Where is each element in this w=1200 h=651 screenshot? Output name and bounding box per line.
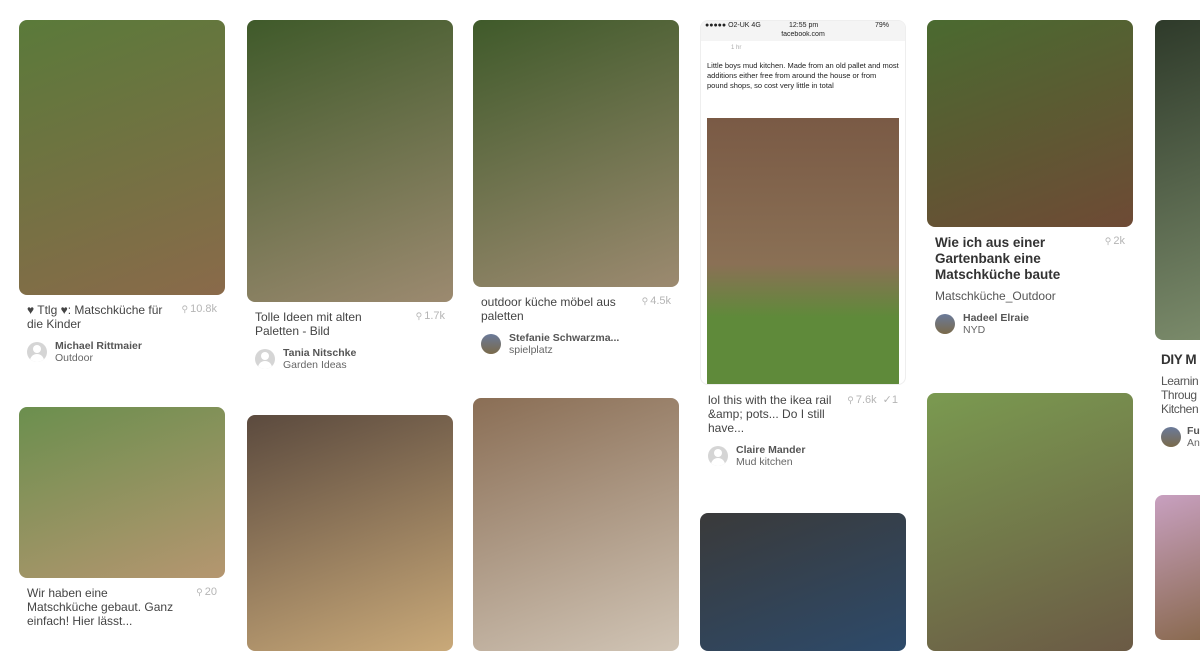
pin-image[interactable] <box>700 513 906 651</box>
pin-description: Matschküche_Outdoor <box>935 289 1056 303</box>
post-time: 1 hr <box>731 45 742 51</box>
pinner-name[interactable]: Claire Mander <box>736 444 805 456</box>
pin-card[interactable] <box>247 415 453 651</box>
pin-card[interactable] <box>473 398 679 651</box>
save-count-value: 2k <box>1113 235 1125 247</box>
pin-title[interactable]: ♥ Ttlg ♥: Matschküche für die Kinder <box>27 303 177 331</box>
carrier-text: ●●●●● O2-UK 4G <box>705 22 761 29</box>
pin-card[interactable]: Wir haben eine Matschküche gebaut. Ganz … <box>19 407 225 628</box>
pin-title[interactable]: outdoor küche möbel aus paletten <box>481 295 631 323</box>
pinner-name[interactable]: Tania Nitschke <box>283 347 356 359</box>
board-name[interactable]: NYD <box>963 324 1029 336</box>
pin-image[interactable] <box>473 398 679 651</box>
pin-icon: ⚲ <box>181 304 189 314</box>
save-count: ⚲ 20 <box>196 586 217 598</box>
pinner[interactable]: Tania Nitschke Garden Ideas <box>255 347 445 371</box>
save-count-value: 1.7k <box>424 310 445 322</box>
save-count: ⚲ 10.8k <box>181 303 217 315</box>
pin-title[interactable]: lol this with the ikea rail &amp; pots..… <box>708 393 858 435</box>
save-count-value: 4.5k <box>650 295 671 307</box>
pin-title[interactable]: Wir haben eine Matschküche gebaut. Ganz … <box>27 586 177 628</box>
save-count: ⚲ 2k <box>1105 235 1125 247</box>
pin-image[interactable] <box>927 20 1133 227</box>
pinner[interactable]: Fu An <box>1161 425 1200 449</box>
save-count-value: 10.8k <box>190 303 217 315</box>
pinner-name[interactable]: Stefanie Schwarzma... <box>509 332 619 344</box>
avatar[interactable] <box>255 349 275 369</box>
avatar[interactable] <box>935 314 955 334</box>
post-photo <box>707 118 899 384</box>
pinner[interactable]: Hadeel Elraie NYD <box>935 312 1125 336</box>
save-count: ⚲ 7.6k ✓1 <box>847 393 898 406</box>
pin-image[interactable] <box>19 20 225 295</box>
pin-icon: ⚲ <box>847 395 854 405</box>
pin-card[interactable]: DIY M Learnin Throug Kitchen Fu An <box>1155 20 1200 449</box>
pin-icon: ⚲ <box>415 311 423 321</box>
pin-card[interactable]: Tolle Ideen mit alten Paletten - Bild ⚲ 1… <box>247 20 453 371</box>
board-name[interactable]: An <box>1187 437 1200 449</box>
pin-image[interactable] <box>1155 495 1200 640</box>
pinner-name[interactable]: Michael Rittmaier <box>55 340 142 352</box>
pin-title[interactable]: Wie ich aus einer Gartenbank eine Matsch… <box>935 235 1085 283</box>
pin-image[interactable] <box>1155 20 1200 340</box>
pin-image[interactable] <box>247 20 453 302</box>
save-count: ⚲ 4.5k <box>642 295 671 307</box>
board-name[interactable]: Mud kitchen <box>736 456 805 468</box>
pin-icon: ⚲ <box>641 296 649 306</box>
pin-description: Learnin Throug Kitchen <box>1161 374 1199 416</box>
avatar[interactable] <box>27 342 47 362</box>
pinner[interactable]: Stefanie Schwarzma... spielplatz <box>481 332 671 356</box>
pin-card[interactable]: outdoor küche möbel aus paletten ⚲ 4.5k S… <box>473 20 679 356</box>
pin-grid: ♥ Ttlg ♥: Matschküche für die Kinder ⚲ 10… <box>0 0 1200 651</box>
pin-title[interactable]: Tolle Ideen mit alten Paletten - Bild <box>255 310 405 338</box>
pin-card[interactable] <box>1155 495 1200 640</box>
pin-image[interactable]: ●●●●● O2-UK 4G 12:55 pm 79% facebook.com… <box>700 20 906 385</box>
tried-icon: ✓ <box>882 394 892 406</box>
post-text: Little boys mud kitchen. Made from an ol… <box>707 61 899 90</box>
pin-icon: ⚲ <box>196 587 203 597</box>
pin-card[interactable]: Wie ich aus einer Gartenbank eine Matsch… <box>927 20 1133 336</box>
pin-title[interactable]: DIY M <box>1161 352 1200 368</box>
save-count: ⚲ 1.7k <box>416 310 445 322</box>
avatar[interactable] <box>708 446 728 466</box>
pinner-name[interactable]: Hadeel Elraie <box>963 312 1029 324</box>
pin-image[interactable] <box>927 393 1133 651</box>
board-name[interactable]: Garden Ideas <box>283 359 356 371</box>
pinner-name[interactable]: Fu <box>1187 425 1200 437</box>
pin-image[interactable] <box>473 20 679 287</box>
avatar[interactable] <box>481 334 501 354</box>
tried-count: 1 <box>891 394 898 406</box>
avatar[interactable] <box>1161 427 1181 447</box>
pin-image[interactable] <box>247 415 453 651</box>
pin-card[interactable]: ♥ Ttlg ♥: Matschküche für die Kinder ⚲ 10… <box>19 20 225 364</box>
pin-image[interactable] <box>19 407 225 578</box>
time-text: 12:55 pm <box>789 22 819 29</box>
save-count-value: 7.6k <box>855 394 877 406</box>
pin-card[interactable]: ●●●●● O2-UK 4G 12:55 pm 79% facebook.com… <box>700 20 906 468</box>
pinner[interactable]: Michael Rittmaier Outdoor <box>27 340 217 364</box>
battery-text: 79% <box>874 22 889 29</box>
board-name[interactable]: spielplatz <box>509 344 619 356</box>
board-name[interactable]: Outdoor <box>55 352 142 364</box>
pin-icon: ⚲ <box>1104 236 1112 246</box>
save-count-value: 20 <box>204 586 217 598</box>
pin-card[interactable] <box>700 513 906 651</box>
pin-card[interactable] <box>927 393 1133 651</box>
url-text: facebook.com <box>701 31 905 41</box>
pinner[interactable]: Claire Mander Mud kitchen <box>708 444 898 468</box>
